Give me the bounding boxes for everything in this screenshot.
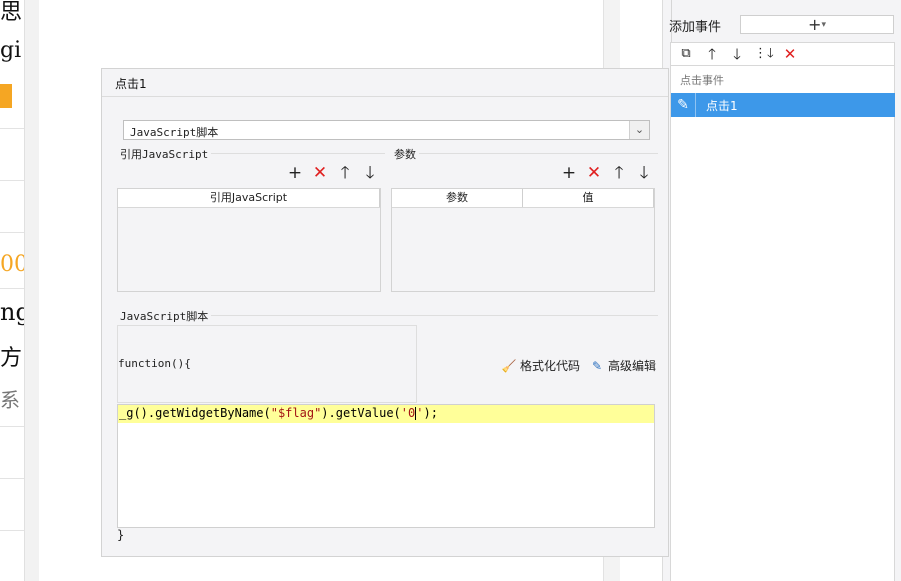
left-fragment: gi — [0, 38, 22, 63]
caret-down-icon: ▾ — [821, 20, 826, 30]
code-editor[interactable]: _g().getWidgetByName("$flag").getValue('… — [117, 404, 655, 528]
script-group-label: JavaScript脚本 — [120, 308, 212, 324]
params-table[interactable]: 参数 值 — [391, 188, 655, 292]
script-type-value: JavaScript脚本 — [130, 126, 219, 139]
code-string: '0 — [400, 406, 416, 420]
code-token: ); — [423, 406, 438, 420]
script-type-select[interactable]: JavaScript脚本 ⌄ — [123, 120, 650, 140]
move-down-icon[interactable]: 🡓 — [728, 45, 746, 63]
group-rule — [205, 315, 658, 316]
left-fragment: 00 — [0, 252, 24, 277]
advanced-edit-label: 高级编辑 — [608, 359, 657, 373]
chevron-down-icon[interactable]: ⌄ — [629, 121, 649, 139]
left-gutter — [24, 0, 39, 581]
move-up-param-icon[interactable]: 🡑 — [610, 164, 628, 182]
param-name-column-header[interactable]: 参数 — [392, 189, 523, 207]
add-event-button[interactable]: +▾ — [740, 15, 894, 34]
ref-js-column-header[interactable]: 引用JavaScript — [118, 189, 380, 207]
params-group-label: 参数 — [394, 146, 419, 162]
event-item-click1[interactable]: ✎ 点击1 — [671, 93, 895, 117]
edit-document-icon: ✎ — [591, 359, 603, 373]
broom-icon: 🧹 — [501, 359, 517, 373]
left-fragment: 方 — [0, 346, 23, 371]
move-up-ref-js-icon[interactable]: 🡑 — [336, 164, 354, 182]
left-fragment: 思 — [0, 0, 23, 25]
event-item-label: 点击1 — [706, 99, 738, 113]
orange-block — [0, 84, 12, 108]
code-string: "$flag" — [270, 406, 322, 420]
code-line[interactable]: _g().getWidgetByName("$flag").getValue('… — [119, 406, 438, 420]
event-group-label: 点击事件 — [680, 74, 724, 87]
delete-event-icon[interactable]: ✕ — [781, 45, 799, 63]
param-value-column-header[interactable]: 值 — [523, 189, 654, 207]
function-head-text: function(){ — [118, 357, 191, 370]
events-toolbar: ⧉ 🡑 🡓 ⋮🡓 ✕ — [670, 42, 895, 66]
left-fragment: ng — [0, 298, 24, 326]
function-tail-text: } — [117, 528, 125, 542]
events-list — [670, 66, 895, 581]
add-event-label: 添加事件 — [669, 20, 722, 35]
left-fragment: 系 — [0, 388, 20, 412]
edit-pencil-icon[interactable]: ✎ — [671, 93, 696, 117]
group-rule — [394, 153, 658, 154]
ref-js-table[interactable]: 引用JavaScript — [117, 188, 381, 292]
advanced-edit-button[interactable]: ✎ 高级编辑 — [589, 357, 656, 374]
delete-param-icon[interactable]: ✕ — [585, 164, 603, 182]
format-code-button[interactable]: 🧹 格式化代码 — [501, 357, 581, 374]
plus-icon: + — [808, 15, 822, 34]
move-down-ref-js-icon[interactable]: 🡓 — [361, 164, 379, 182]
move-bottom-icon[interactable]: ⋮🡓 — [754, 45, 774, 63]
code-token: ).getValue( — [321, 406, 401, 420]
ref-js-group-label: 引用JavaScript — [120, 146, 212, 162]
move-down-param-icon[interactable]: 🡓 — [635, 164, 653, 182]
dialog-title: 点击1 — [115, 77, 147, 91]
delete-ref-js-icon[interactable]: ✕ — [311, 164, 329, 182]
copy-icon[interactable]: ⧉ — [677, 45, 695, 63]
move-up-icon[interactable]: 🡑 — [703, 45, 721, 63]
code-token: _g().getWidgetByName( — [119, 406, 271, 420]
format-code-label: 格式化代码 — [520, 359, 581, 373]
dialog-title-divider — [102, 96, 668, 97]
add-param-icon[interactable]: + — [560, 164, 578, 182]
add-ref-js-icon[interactable]: + — [286, 164, 304, 182]
left-canvas-strip: 思 gi 00 ng 方 系 — [0, 0, 24, 581]
